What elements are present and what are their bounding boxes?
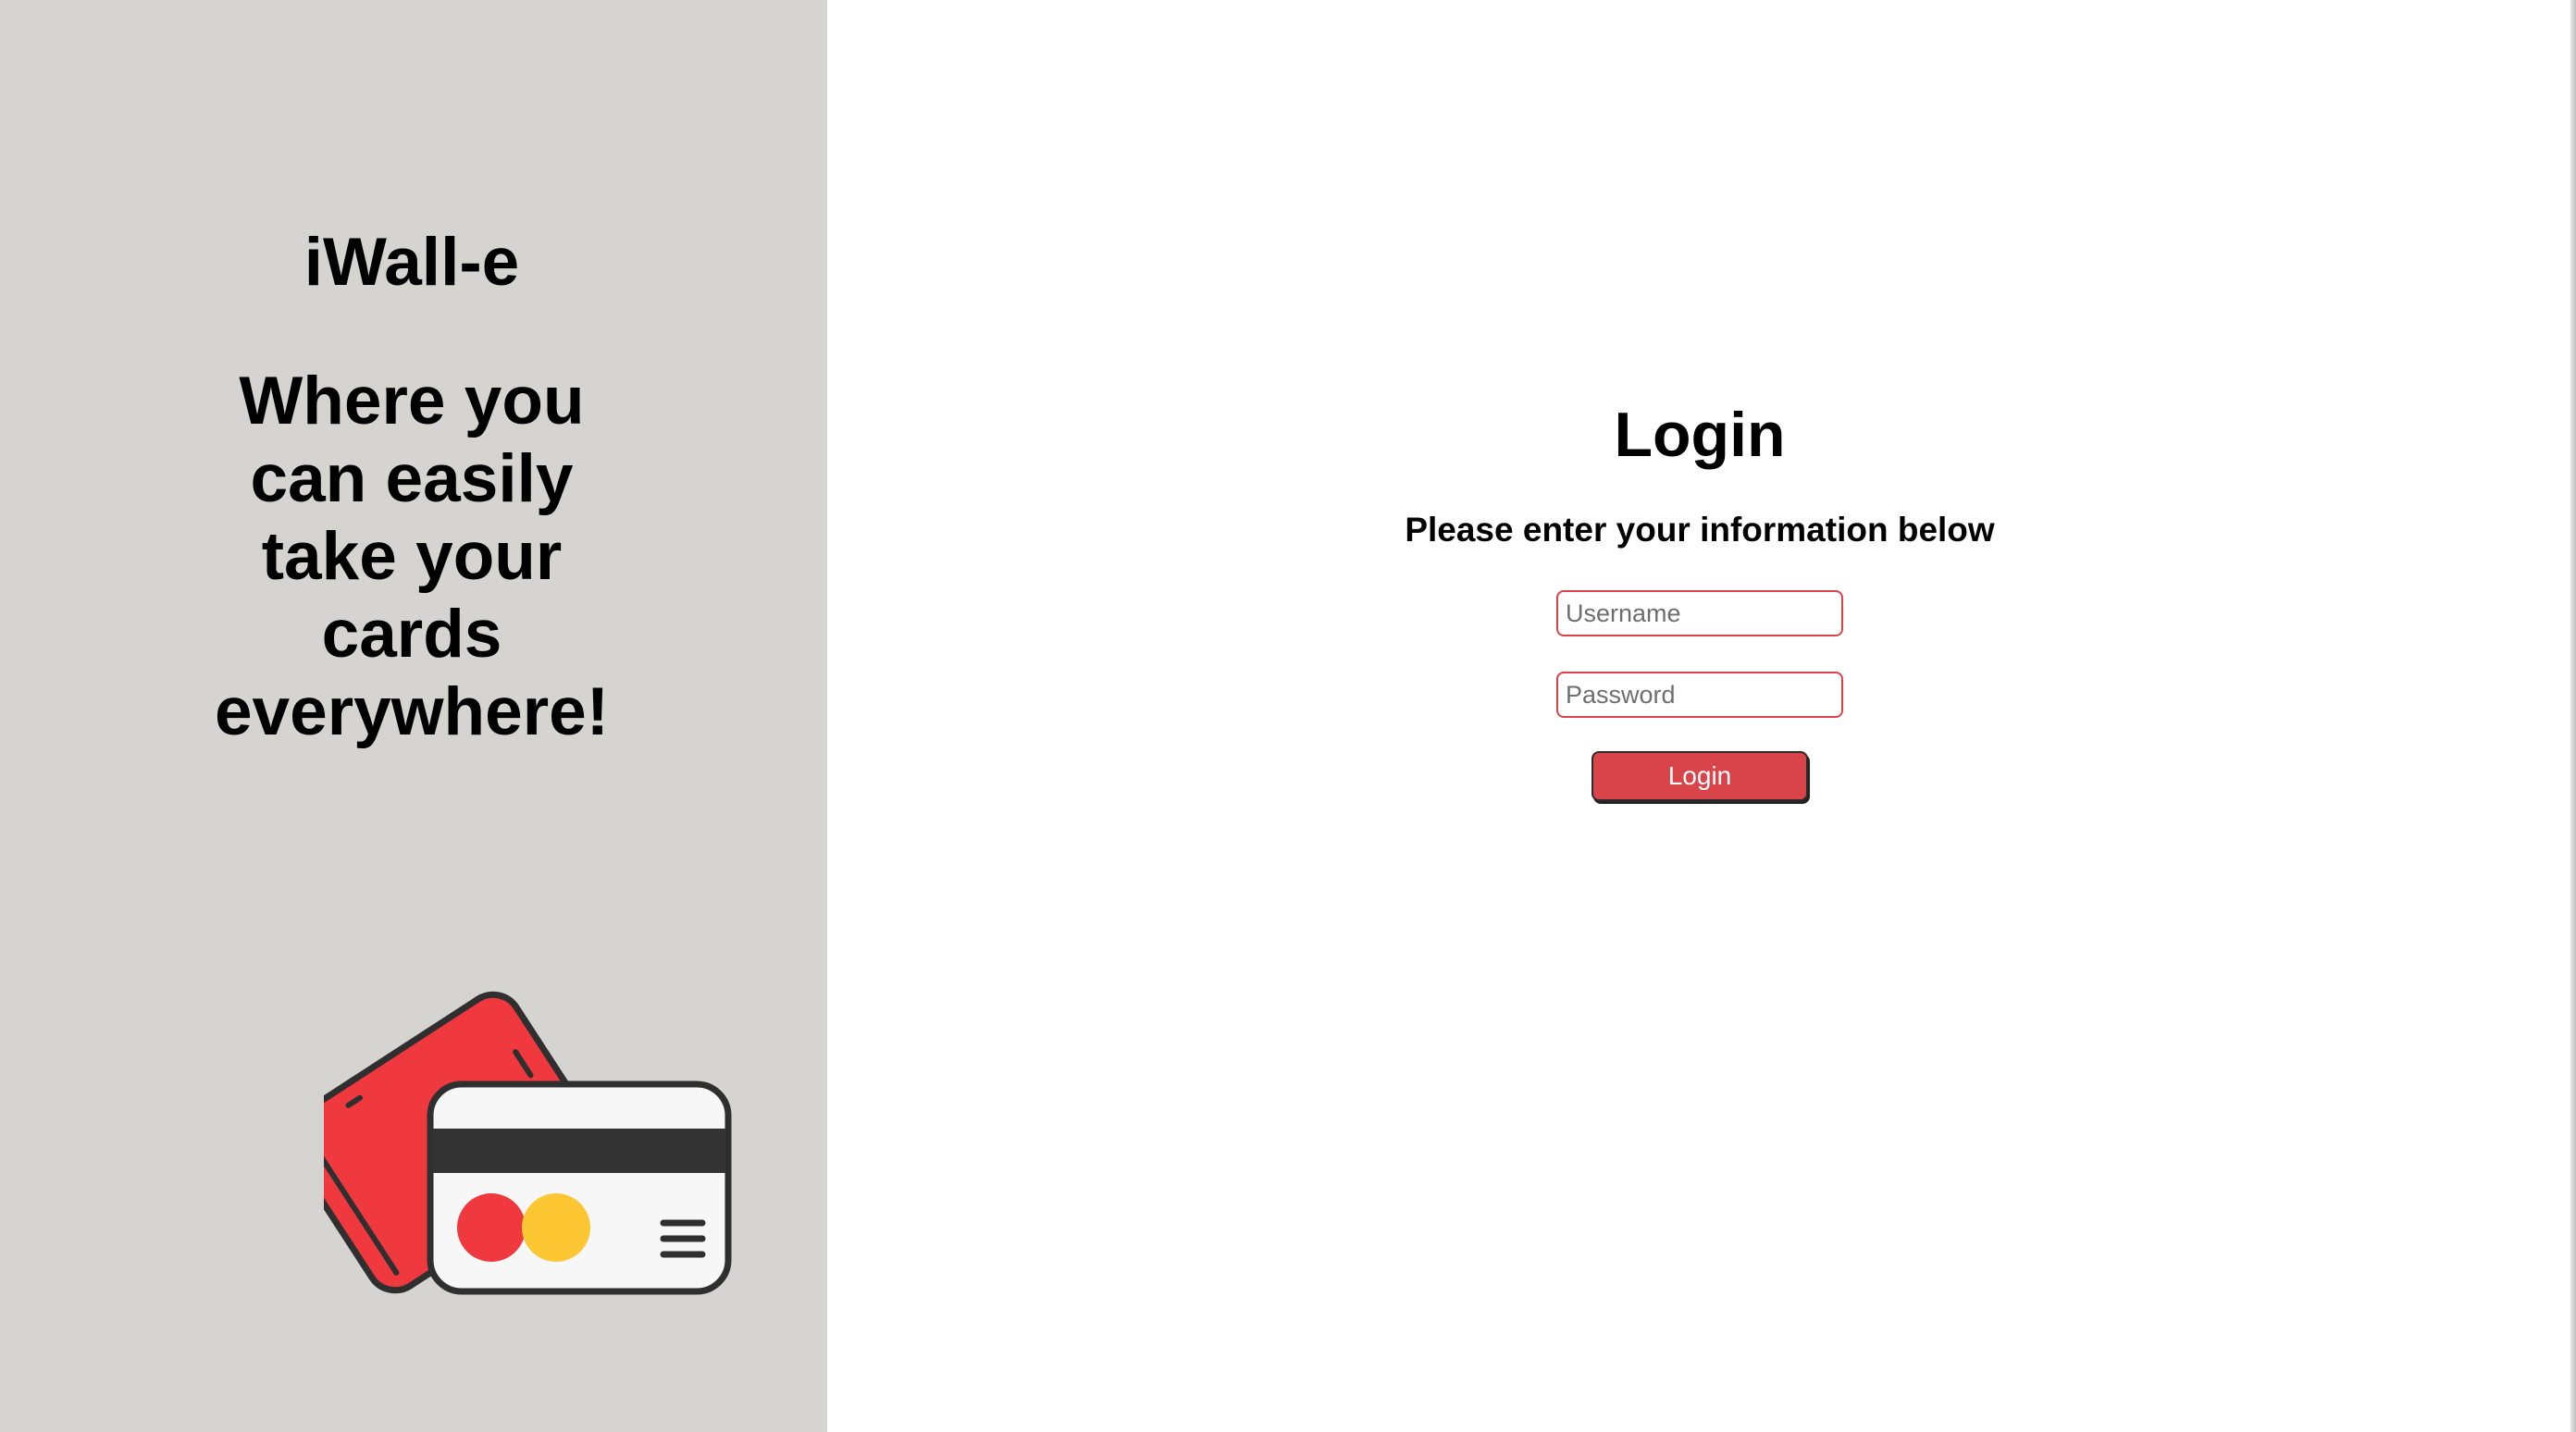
brand-tagline: Where you can easily take your cards eve… xyxy=(214,364,610,749)
front-card-shape xyxy=(427,1080,732,1295)
password-input[interactable] xyxy=(1556,672,1843,718)
brand-panel: iWall-e Where you can easily take your c… xyxy=(0,0,827,1432)
username-input[interactable] xyxy=(1556,590,1843,636)
login-page: iWall-e Where you can easily take your c… xyxy=(0,0,2576,1432)
login-button[interactable]: Login xyxy=(1591,751,1808,801)
login-subtitle: Please enter your information below xyxy=(1405,511,1995,549)
login-title: Login xyxy=(1614,400,1786,470)
card-logo-yellow-circle xyxy=(522,1193,590,1262)
window-edge xyxy=(2570,0,2576,1432)
card-logo-red-circle xyxy=(457,1193,526,1262)
credit-cards-icon xyxy=(324,991,732,1295)
brand-title: iWall-e xyxy=(303,225,520,300)
login-form: Login Please enter your information belo… xyxy=(1237,389,2162,801)
